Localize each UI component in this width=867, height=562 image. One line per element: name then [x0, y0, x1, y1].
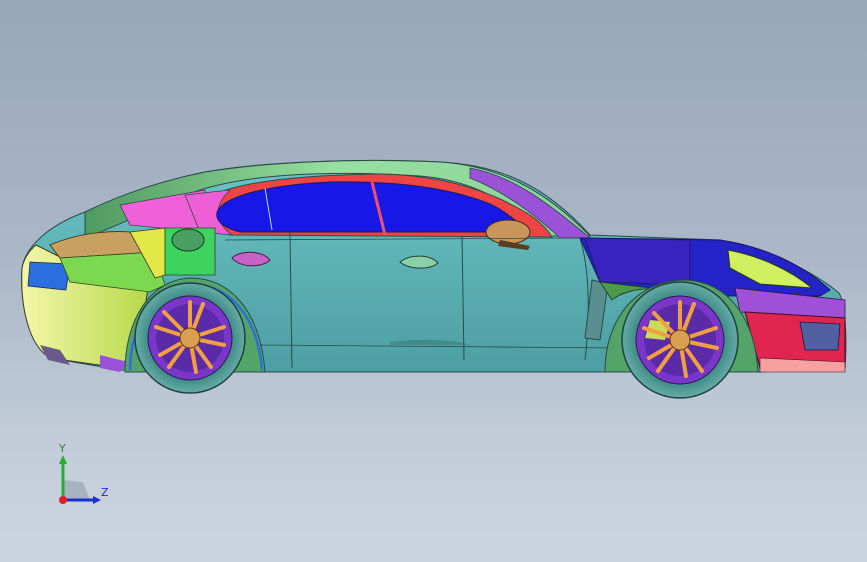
triad-plane	[63, 480, 90, 500]
rear-wheel	[134, 282, 246, 394]
front-wheel	[621, 281, 739, 399]
car-model[interactable]	[0, 0, 867, 562]
side-mirror	[485, 219, 531, 245]
x-axis-origin	[59, 496, 67, 504]
coordinate-triad: Y Z	[50, 440, 120, 510]
front-purple-panel	[584, 237, 691, 286]
z-axis-arrow	[93, 496, 101, 504]
z-axis-label: Z	[101, 486, 109, 499]
y-axis-arrow	[59, 455, 67, 464]
front-grille	[799, 321, 841, 351]
fuel-cap	[171, 228, 205, 252]
graphics-viewport[interactable]: Y Z	[0, 0, 867, 562]
y-axis-label: Y	[59, 442, 66, 455]
